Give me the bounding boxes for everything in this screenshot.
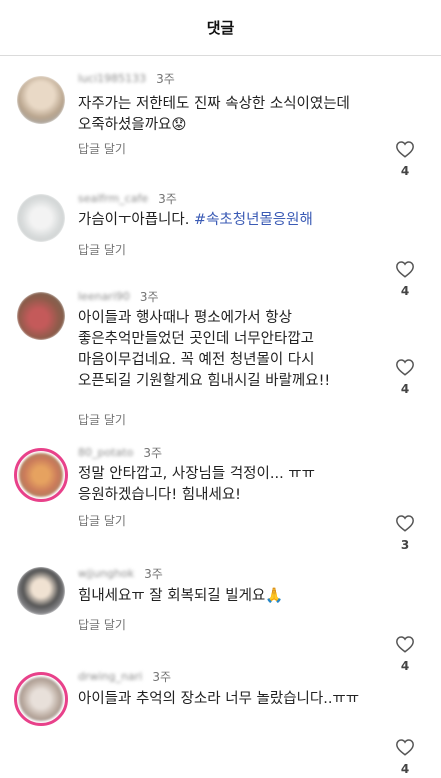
avatar[interactable] [17, 567, 65, 615]
like-count: 4 [400, 382, 410, 396]
like-control: 3 [393, 514, 417, 552]
comment-item: 80_potato 3주 정말 안타깝고, 사장님들 걱정이... ㅠㅠ 응원하… [0, 444, 441, 554]
comment-username[interactable]: wjjunghok [78, 567, 134, 580]
page-title: 댓글 [206, 19, 235, 37]
comment-time: 3주 [144, 567, 163, 581]
comment-username[interactable]: drwing_nari [78, 670, 142, 683]
comment-item: sealfrm_cafe 3주 가슴이ㅜ아픕니다. #속초청년몰응원해 답글 달… [0, 190, 441, 300]
comment-text: 가슴이ㅜ아픕니다. #속초청년몰응원해 [78, 212, 313, 228]
comment-time: 3주 [156, 72, 175, 86]
avatar[interactable] [17, 194, 65, 242]
worried-face-emoji: 😟 [171, 117, 187, 133]
comment-time: 3주 [143, 446, 162, 460]
like-control: 4 [393, 738, 417, 776]
heart-icon[interactable] [395, 358, 415, 376]
comment-text: 자주가는 저한테도 진짜 속상한 소식이였는데 오죽하셨을까요😟 [78, 94, 372, 136]
comment-username[interactable]: leenari90 [78, 290, 130, 303]
like-count: 4 [400, 762, 410, 776]
like-control: 4 [393, 140, 417, 178]
comments-header: 댓글 [0, 0, 441, 56]
comment-text: 아이들과 행사때나 평소에가서 항상 좋은추억만들었던 곳인데 너무안타깝고 마… [78, 310, 331, 389]
folded-hands-emoji: 🙏 [265, 588, 284, 604]
comment-item: wjjunghok 3주 힘내세요ㅠ 잘 회복되길 빌게요🙏 답글 달기 4 [0, 565, 441, 675]
comment-time: 3주 [158, 192, 177, 206]
comment-item: drwing_nari 3주 아이들과 추억의 장소라 너무 놀랐습니다..ㅠㅠ… [0, 668, 441, 778]
heart-icon[interactable] [395, 140, 415, 158]
heart-icon[interactable] [395, 514, 415, 532]
comment-username[interactable]: sealfrm_cafe [78, 192, 148, 205]
comment-text: 힘내세요ㅠ 잘 회복되길 빌게요🙏 [78, 586, 372, 607]
heart-icon[interactable] [395, 635, 415, 653]
reply-button[interactable]: 답글 달기 [78, 512, 126, 529]
reply-button[interactable]: 답글 달기 [78, 241, 126, 258]
avatar[interactable] [17, 76, 65, 124]
comment-text: 정말 안타깝고, 사장님들 걱정이... ㅠㅠ 응원하겠습니다! 힘내세요! [78, 466, 315, 503]
comment-item: luci1985133 3주 자주가는 저한테도 진짜 속상한 소식이였는데 오… [0, 70, 441, 180]
avatar-story-ring[interactable] [14, 672, 68, 726]
like-count: 4 [400, 164, 410, 178]
reply-button[interactable]: 답글 달기 [78, 616, 126, 633]
avatar[interactable] [17, 292, 65, 340]
comment-item: leenari90 3주 아이들과 행사때나 평소에가서 항상 좋은추억만들었던… [0, 288, 441, 448]
heart-icon[interactable] [395, 738, 415, 756]
heart-icon[interactable] [395, 260, 415, 278]
comment-time: 3주 [152, 670, 171, 684]
like-count: 3 [400, 538, 410, 552]
like-control: 4 [393, 358, 417, 396]
comment-time: 3주 [139, 290, 159, 304]
reply-button[interactable]: 답글 달기 [78, 411, 126, 428]
reply-button[interactable]: 답글 달기 [78, 140, 126, 157]
avatar-story-ring[interactable] [14, 448, 68, 502]
comment-text: 아이들과 추억의 장소라 너무 놀랐습니다..ㅠㅠ [78, 691, 360, 707]
comment-username[interactable]: 80_potato [78, 446, 133, 459]
hashtag-link[interactable]: #속초청년몰응원해 [194, 212, 313, 228]
comment-username[interactable]: luci1985133 [78, 72, 146, 85]
